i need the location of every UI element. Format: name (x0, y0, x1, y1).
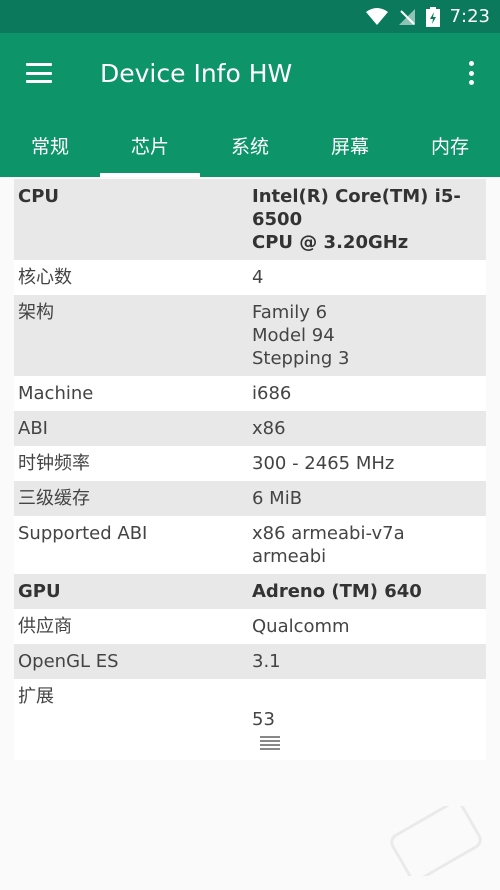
no-signal-icon (398, 8, 415, 25)
menu-icon[interactable] (26, 63, 52, 83)
info-table: CPU Intel(R) Core(TM) i5-6500 CPU @ 3.20… (14, 179, 486, 760)
tab-memory[interactable]: 内存 (400, 113, 500, 177)
extensions-count: 53 (252, 709, 275, 730)
row-value: Adreno (TM) 640 (252, 581, 422, 602)
row-label: Supported ABI (18, 523, 148, 544)
row-value: 300 - 2465 MHz (252, 453, 395, 474)
row-label: GPU (18, 581, 61, 602)
table-row: 供应商 Qualcomm (14, 609, 486, 644)
table-row: Machine i686 (14, 376, 486, 411)
table-row: 核心数 4 (14, 260, 486, 295)
watermark-logo (390, 806, 482, 876)
row-label: 架构 (18, 302, 54, 323)
table-row: CPU Intel(R) Core(TM) i5-6500 CPU @ 3.20… (14, 179, 486, 260)
row-label: 核心数 (18, 267, 72, 288)
tab-bar: 常规 芯片 系统 屏幕 内存 (0, 113, 500, 177)
status-time: 7:23 (449, 6, 490, 27)
table-row: 时钟频率 300 - 2465 MHz (14, 446, 486, 481)
table-row: ABI x86 (14, 411, 486, 446)
status-bar: 7:23 (0, 0, 500, 33)
row-value: Family 6 Model 94 Stepping 3 (252, 302, 350, 369)
row-label: CPU (18, 186, 60, 207)
table-row: Supported ABI x86 armeabi-v7a armeabi (14, 516, 486, 574)
tab-chip[interactable]: 芯片 (100, 113, 200, 177)
tab-screen[interactable]: 屏幕 (300, 113, 400, 177)
more-vert-icon[interactable] (468, 61, 474, 85)
tab-general[interactable]: 常规 (0, 113, 100, 177)
row-value: 6 MiB (252, 488, 303, 509)
table-row: GPU Adreno (TM) 640 (14, 574, 486, 609)
row-value: 4 (252, 267, 264, 288)
app-title: Device Info HW (100, 58, 293, 88)
row-label: 三级缓存 (18, 488, 90, 509)
row-label: Machine (18, 383, 94, 404)
row-value: 53 (248, 679, 486, 760)
status-icons: 7:23 (365, 0, 490, 33)
battery-charging-icon (425, 6, 440, 27)
row-label: ABI (18, 418, 48, 439)
row-label: 供应商 (18, 616, 72, 637)
table-row: 三级缓存 6 MiB (14, 481, 486, 516)
row-value: x86 armeabi-v7a armeabi (252, 523, 405, 567)
row-value: x86 (252, 418, 286, 439)
tab-system[interactable]: 系统 (200, 113, 300, 177)
row-label: OpenGL ES (18, 651, 119, 672)
row-value: 3.1 (252, 651, 281, 672)
row-value: Qualcomm (252, 616, 350, 637)
extensions-row[interactable]: 扩展 53 (14, 679, 486, 760)
row-label: 扩展 (18, 686, 54, 707)
row-value: Intel(R) Core(TM) i5-6500 CPU @ 3.20GHz (252, 186, 461, 253)
wifi-icon (365, 7, 388, 25)
table-row: OpenGL ES 3.1 (14, 644, 486, 679)
row-value: i686 (252, 383, 292, 404)
table-row: 架构 Family 6 Model 94 Stepping 3 (14, 295, 486, 376)
list-icon[interactable] (260, 735, 280, 751)
row-label: 时钟频率 (18, 453, 90, 474)
app-bar: Device Info HW (0, 33, 500, 113)
